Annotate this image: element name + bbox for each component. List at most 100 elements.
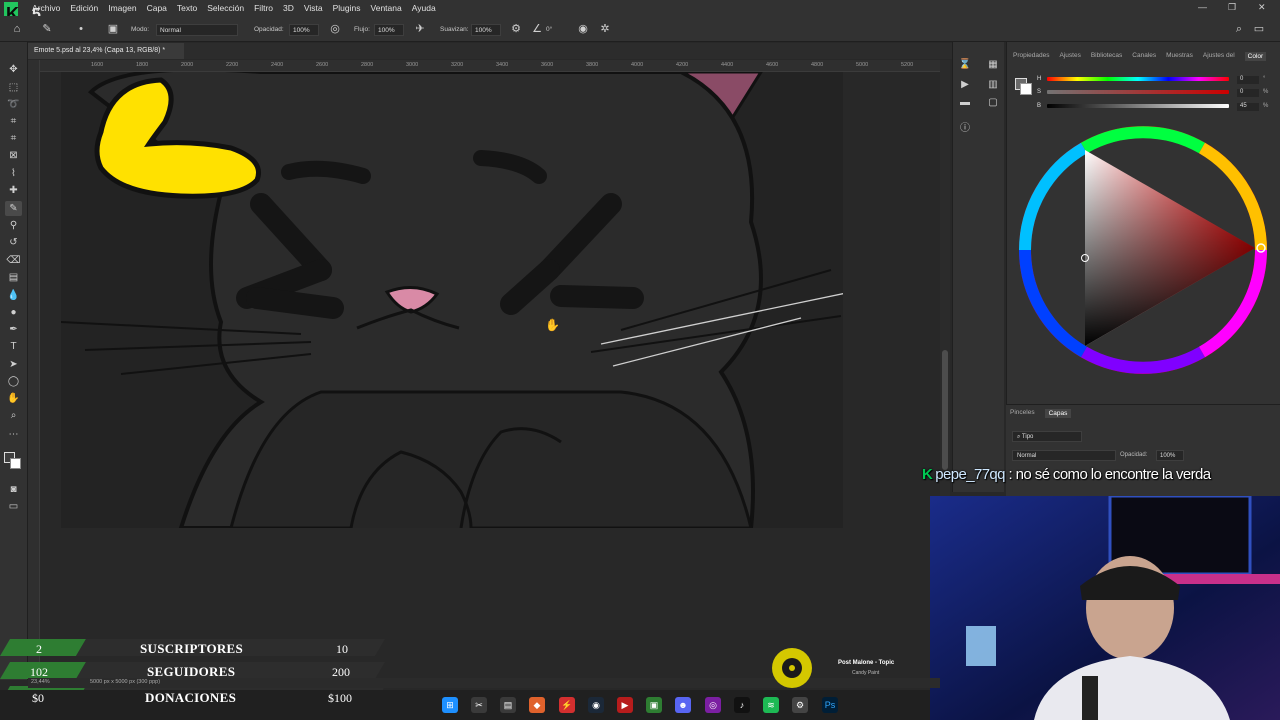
marquee-tool-icon[interactable]: ⬚	[5, 80, 22, 95]
object-select-tool-icon[interactable]: ⌗	[5, 114, 22, 129]
zoom-tool-icon[interactable]: ⌕	[5, 408, 22, 423]
nvidia-icon[interactable]: ▣	[646, 697, 662, 713]
minimize-button[interactable]: —	[1198, 2, 1207, 12]
photoshop-icon[interactable]: Ps	[822, 697, 838, 713]
flow-input[interactable]: 100%	[374, 24, 404, 36]
hue-slider[interactable]	[1047, 77, 1229, 81]
menu-imagen[interactable]: Imagen	[108, 3, 136, 13]
brave-browser-icon[interactable]: ◆	[529, 697, 545, 713]
menu-edicion[interactable]: Edición	[70, 3, 98, 13]
menu-seleccion[interactable]: Selección	[207, 3, 244, 13]
pen-tool-icon[interactable]: ✒	[5, 322, 22, 337]
tiktok-icon[interactable]: ♪	[734, 697, 750, 713]
home-icon[interactable]: ⌂	[10, 22, 24, 36]
menu-capa[interactable]: Capa	[147, 3, 167, 13]
tab-bibliotecas[interactable]: Bibliotecas	[1091, 52, 1122, 61]
workspace-icon[interactable]: ▭	[1252, 22, 1266, 36]
layer-filter-select[interactable]: ⌕ Tipo	[1012, 431, 1082, 442]
tab-capas[interactable]: Capas	[1044, 409, 1072, 418]
saturation-value[interactable]: 0	[1237, 89, 1259, 97]
history-panel-icon[interactable]: ⌛	[957, 58, 973, 72]
gradient-tool-icon[interactable]: ▤	[5, 270, 22, 285]
tab-color[interactable]: Color	[1244, 52, 1267, 61]
tab-propiedades[interactable]: Propiedades	[1013, 52, 1050, 61]
smoothing-input[interactable]: 100%	[471, 24, 501, 36]
menu-vista[interactable]: Vista	[304, 3, 323, 13]
lasso-tool-icon[interactable]: ➰	[5, 97, 22, 112]
search-icon[interactable]: ⌕	[1232, 22, 1246, 36]
tab-canales[interactable]: Canales	[1132, 52, 1156, 61]
settings-gear-icon[interactable]: ⚙	[792, 697, 808, 713]
shape-tool-icon[interactable]: ◯	[5, 374, 22, 389]
blend-mode-select[interactable]: Normal	[1012, 450, 1116, 461]
pressure-opacity-icon[interactable]: ◎	[328, 22, 342, 36]
bg-swatch[interactable]	[1020, 83, 1032, 95]
brush-preset-icon[interactable]: ✎	[40, 22, 54, 36]
document-tab[interactable]: Emote 5.psd al 23,4% (Capa 13, RGB/8) *	[28, 43, 184, 59]
color-wheel[interactable]	[1015, 118, 1271, 384]
more-tools-icon[interactable]: ⋯	[5, 427, 22, 442]
media-player-icon[interactable]: ▶	[617, 697, 633, 713]
layers-panel-icon[interactable]: ▢	[985, 96, 1001, 110]
brush-tool-icon[interactable]: ✎	[5, 201, 22, 216]
angle-value[interactable]: 0°	[546, 26, 552, 33]
brush-size-icon[interactable]: •	[74, 22, 88, 36]
crop-tool-icon[interactable]: ⌗	[5, 131, 22, 146]
discord-icon[interactable]: ☻	[675, 697, 691, 713]
frame-tool-icon[interactable]: ⊠	[5, 148, 22, 163]
airbrush-icon[interactable]: ✈	[413, 22, 427, 36]
menu-3d[interactable]: 3D	[283, 3, 294, 13]
close-button[interactable]: ✕	[1258, 2, 1266, 13]
actions-panel-icon[interactable]: ▶	[957, 78, 973, 92]
steam-icon[interactable]: ◉	[588, 697, 604, 713]
info-panel-icon[interactable]: ⓘ	[957, 122, 973, 136]
stamp-tool-icon[interactable]: ⚲	[5, 218, 22, 233]
blur-tool-icon[interactable]: 💧	[5, 288, 22, 303]
hue-value[interactable]: 0	[1237, 76, 1259, 84]
hand-tool-icon[interactable]: ✋	[5, 391, 22, 406]
menu-filtro[interactable]: Filtro	[254, 3, 273, 13]
screen-mode-icon[interactable]: ▭	[5, 499, 22, 514]
eyedropper-tool-icon[interactable]: ⌇	[5, 166, 22, 181]
dodge-tool-icon[interactable]: ●	[5, 305, 22, 320]
file-explorer-icon[interactable]: ▤	[500, 697, 516, 713]
menu-ayuda[interactable]: Ayuda	[412, 3, 436, 13]
snipping-tool-icon[interactable]: ✂	[471, 697, 487, 713]
history-brush-tool-icon[interactable]: ↺	[5, 235, 22, 250]
background-color-swatch[interactable]	[10, 458, 21, 469]
spotify-icon[interactable]: ≋	[763, 697, 779, 713]
opacity-input[interactable]: 100%	[289, 24, 319, 36]
mode-select[interactable]: Normal	[156, 24, 238, 36]
artboard[interactable]: ✋	[61, 72, 843, 528]
maximize-button[interactable]: ❐	[1228, 2, 1236, 13]
layer-opacity-input[interactable]: 100%	[1156, 450, 1184, 461]
healing-tool-icon[interactable]: ✚	[5, 183, 22, 198]
brightness-value[interactable]: 45	[1237, 103, 1259, 111]
path-select-tool-icon[interactable]: ➤	[5, 357, 22, 372]
move-tool-icon[interactable]: ✥	[5, 62, 22, 77]
swatches-panel-icon[interactable]: ▥	[985, 78, 1001, 92]
scrollbar-thumb[interactable]	[942, 350, 948, 470]
zoom-level[interactable]: 23,44%	[31, 679, 50, 685]
tab-ajustes[interactable]: Ajustes	[1060, 52, 1081, 61]
saturation-slider[interactable]	[1047, 90, 1229, 94]
symmetry-icon[interactable]: ✲	[598, 22, 612, 36]
grid-panel-icon[interactable]: ▦	[985, 58, 1001, 72]
menu-ventana[interactable]: Ventana	[371, 3, 402, 13]
tab-pinceles[interactable]: Pinceles	[1010, 409, 1035, 418]
brush-settings-icon[interactable]: ▣	[106, 22, 120, 36]
brightness-slider[interactable]	[1047, 104, 1229, 108]
quick-mask-icon[interactable]: ◙	[5, 482, 22, 497]
canvas-area[interactable]: ✋	[40, 72, 940, 680]
eraser-tool-icon[interactable]: ⌫	[5, 253, 22, 268]
comments-panel-icon[interactable]: ▬	[957, 96, 973, 110]
gear-icon[interactable]: ⚙	[509, 22, 523, 36]
acrobat-icon[interactable]: ⚡	[559, 697, 575, 713]
tab-ajustes-del[interactable]: Ajustes del	[1203, 52, 1235, 61]
menu-plugins[interactable]: Plugins	[333, 3, 361, 13]
tab-muestras[interactable]: Muestras	[1166, 52, 1193, 61]
windows-start-icon[interactable]: ⊞	[442, 697, 458, 713]
obs-icon[interactable]: ◎	[705, 697, 721, 713]
menu-archivo[interactable]: Archivo	[32, 3, 60, 13]
menu-texto[interactable]: Texto	[177, 3, 197, 13]
